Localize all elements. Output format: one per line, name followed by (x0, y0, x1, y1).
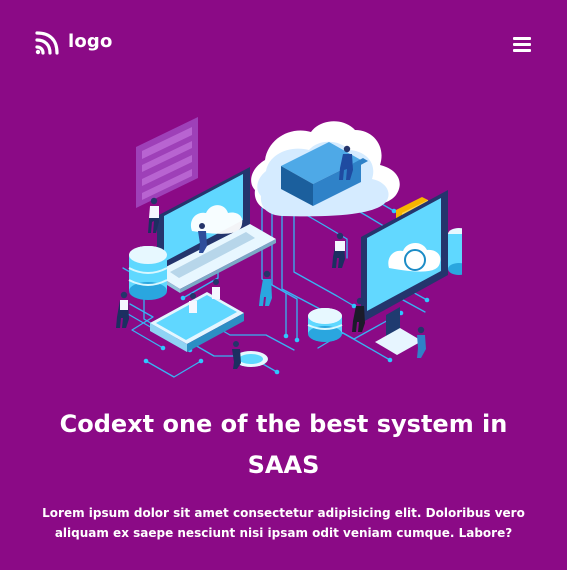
holographic-panel (136, 117, 198, 208)
monitor-cloud (361, 190, 448, 355)
person-monitor (417, 326, 426, 358)
database-center (307, 308, 343, 342)
person-left-bottom (116, 291, 129, 328)
database-stack-left (128, 246, 168, 300)
hero-description: Lorem ipsum dolor sit amet consectetur a… (42, 506, 525, 540)
person-center (259, 270, 272, 306)
logo-text: logo (68, 31, 113, 52)
rss-icon (35, 31, 59, 55)
isometric-cloud-network-illustration (116, 117, 462, 378)
database-right (448, 228, 462, 275)
navbar: logo (0, 0, 567, 86)
cloud-server (251, 121, 400, 217)
person-chart-disk (232, 341, 241, 369)
brand-logo-link[interactable]: logo (34, 30, 113, 56)
person-laptop-left (148, 197, 159, 233)
hero-title: Codext one of the best system in SAAS (59, 410, 508, 479)
person-right-middle (332, 232, 345, 268)
hamburger-menu-icon[interactable] (513, 37, 531, 52)
